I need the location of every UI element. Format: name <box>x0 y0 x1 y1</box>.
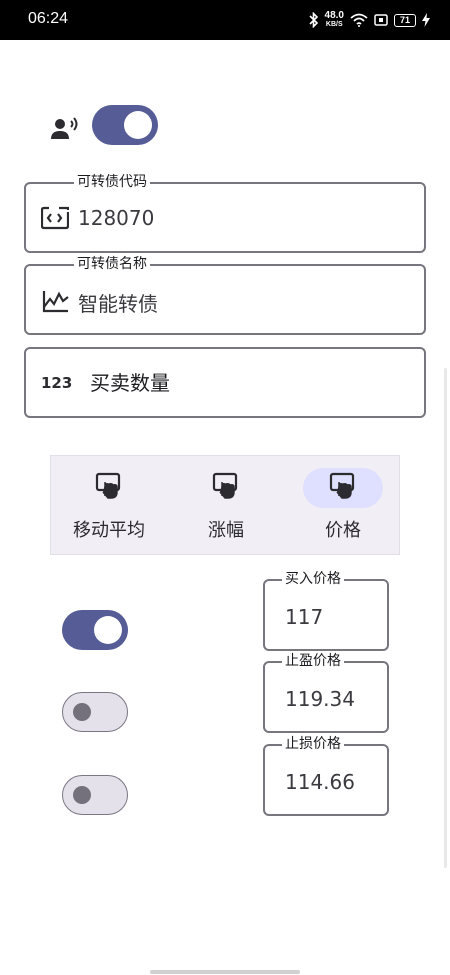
take-profit-switch[interactable] <box>62 692 128 732</box>
mode-label: 移动平均 <box>73 520 145 541</box>
nfc-icon <box>374 14 388 26</box>
mode-option-gain[interactable]: 涨幅 <box>168 468 284 548</box>
bond-code-label: 可转债代码 <box>74 173 150 191</box>
buy-price-switch[interactable] <box>62 610 128 650</box>
buy-price-field[interactable]: 买入价格 117 <box>263 570 389 651</box>
mode-pill <box>186 468 266 508</box>
quantity-placeholder: 买卖数量 <box>90 371 170 395</box>
mode-label: 价格 <box>325 520 361 541</box>
voice-announce-icon <box>50 117 80 145</box>
battery-icon: 71 <box>394 13 416 27</box>
mode-option-moving-average[interactable]: 移动平均 <box>51 468 167 548</box>
bond-code-value: 128070 <box>78 206 155 230</box>
mode-option-price[interactable]: 价格 <box>285 468 401 548</box>
touch-screen-icon <box>95 472 123 504</box>
touch-screen-icon <box>212 472 240 504</box>
stop-loss-price-value: 114.66 <box>285 770 355 794</box>
quantity-field[interactable]: 123 买卖数量 <box>24 347 426 418</box>
mode-pill-selected <box>303 468 383 508</box>
bond-code-field[interactable]: 可转债代码 128070 <box>24 173 426 253</box>
voice-announce-switch[interactable] <box>92 105 158 145</box>
mode-pill <box>69 468 149 508</box>
switch-knob <box>124 111 152 139</box>
status-bar: 06:24 48.0 KB/S 71 <box>0 0 450 40</box>
status-time: 06:24 <box>28 10 69 27</box>
take-profit-price-label: 止盈价格 <box>282 652 344 670</box>
stop-loss-price-label: 止损价格 <box>282 735 344 753</box>
home-indicator[interactable] <box>150 970 300 974</box>
net-speed: 48.0 KB/S <box>324 10 344 29</box>
stop-loss-price-field[interactable]: 止损价格 114.66 <box>263 735 389 816</box>
stop-loss-switch[interactable] <box>62 775 128 815</box>
take-profit-price-field[interactable]: 止盈价格 119.34 <box>263 652 389 733</box>
numbers-123-icon: 123 <box>41 374 73 392</box>
bluetooth-icon <box>308 12 319 28</box>
buy-price-value: 117 <box>285 605 324 629</box>
switch-knob <box>73 703 91 721</box>
status-icons: 48.0 KB/S 71 <box>308 8 430 32</box>
buy-price-label: 买入价格 <box>282 570 344 588</box>
charging-icon <box>422 13 430 27</box>
code-icon <box>40 206 70 234</box>
mode-selector: 移动平均 涨幅 价格 <box>50 455 400 555</box>
bond-name-value: 智能转债 <box>78 292 158 316</box>
bond-name-label: 可转债名称 <box>74 255 150 273</box>
scrollbar[interactable] <box>444 368 447 868</box>
switch-knob <box>73 786 91 804</box>
mode-label: 涨幅 <box>208 520 244 541</box>
switch-knob <box>94 616 122 644</box>
wifi-icon <box>350 13 368 27</box>
bond-name-field[interactable]: 可转债名称 智能转债 <box>24 255 426 335</box>
take-profit-price-value: 119.34 <box>285 687 355 711</box>
trend-chart-icon <box>42 289 70 317</box>
touch-screen-icon <box>329 472 357 504</box>
